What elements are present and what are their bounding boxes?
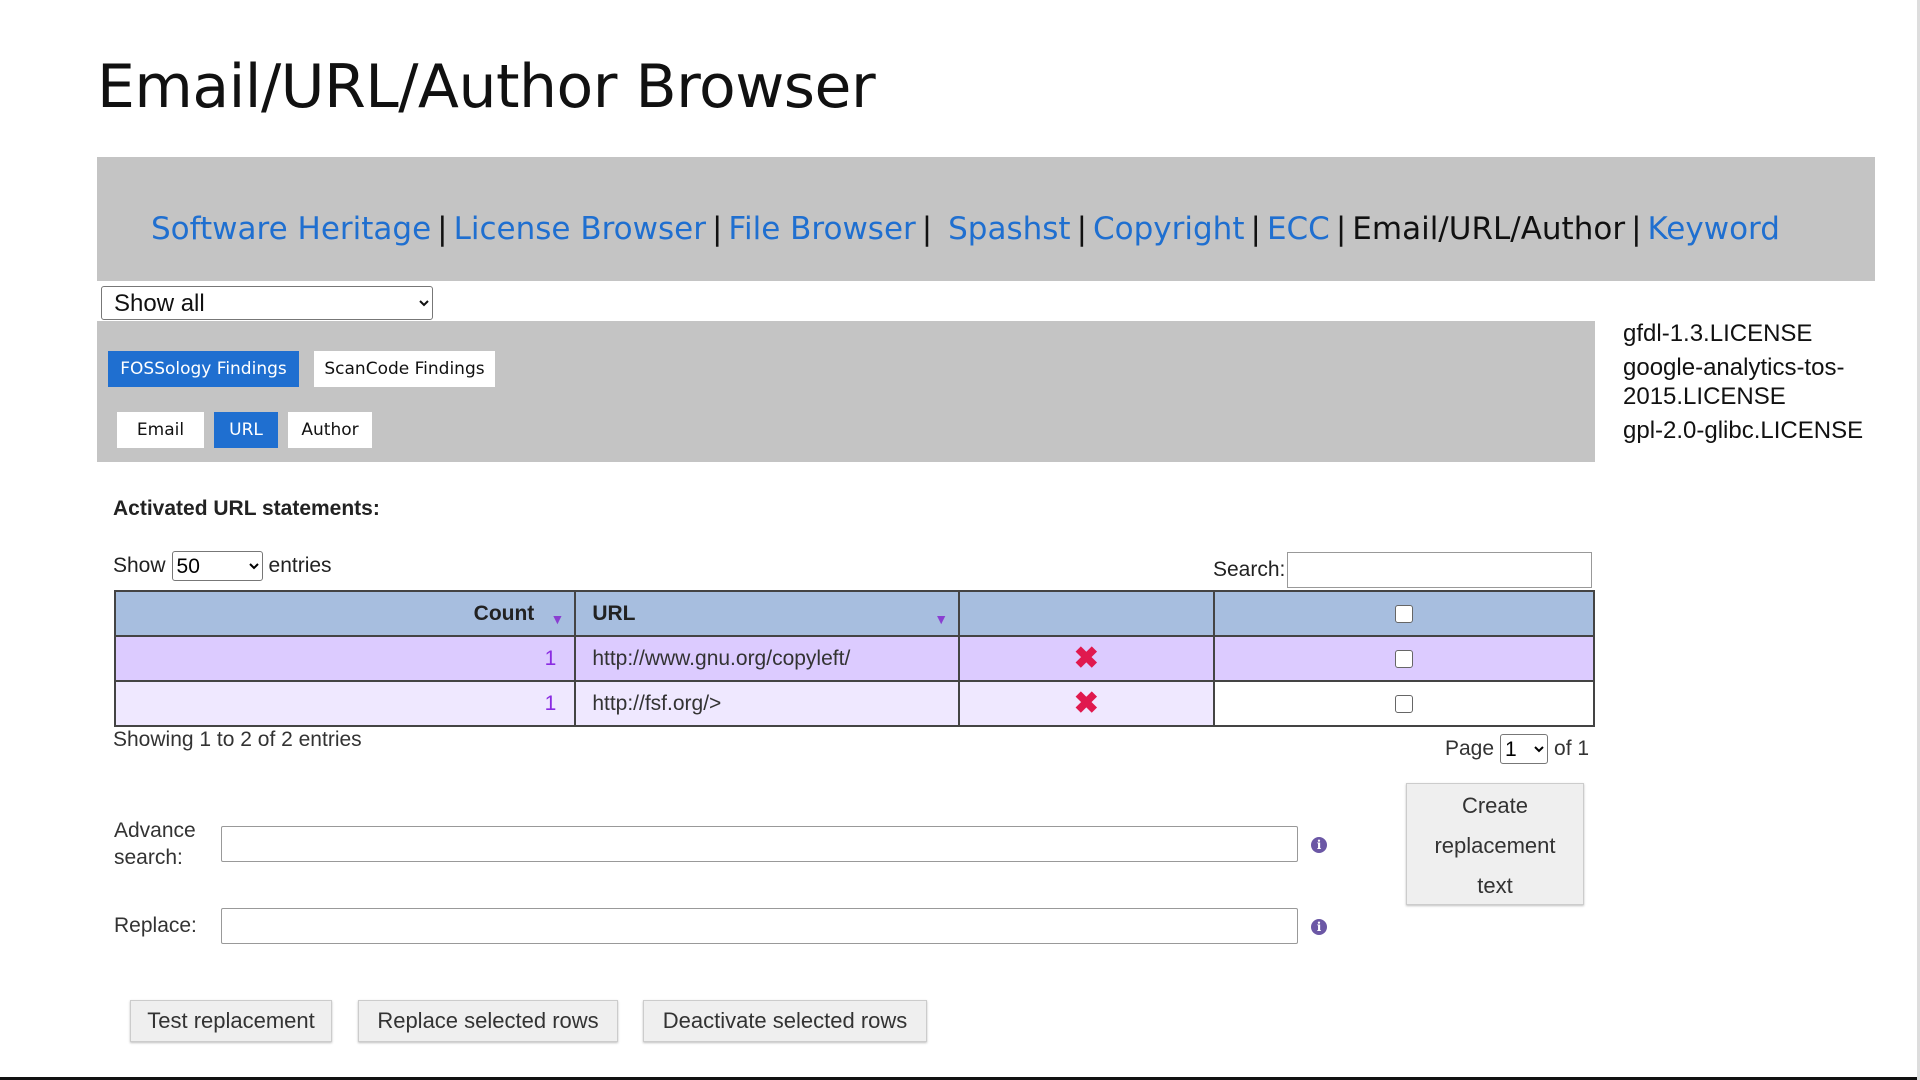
pager-of-label: of 1 [1554, 737, 1590, 760]
create-replacement-text-button[interactable]: Create replacement text [1406, 783, 1584, 905]
length-control: Show 50 entries [113, 551, 332, 581]
file-item[interactable]: gpl-2.0-glibc.LICENSE [1623, 416, 1893, 445]
nav-separator: | [1631, 211, 1642, 247]
column-header-select-all [1212, 590, 1596, 637]
pager: Page 1 of 1 [1445, 734, 1589, 764]
nav-bar: Software Heritage | License Browser | File B… [97, 157, 1875, 281]
nav-separator: | [921, 211, 933, 247]
row-checkbox[interactable] [1394, 694, 1413, 713]
table-info: Showing 1 to 2 of 2 entries [113, 728, 362, 751]
cell-count: 1 [113, 635, 577, 682]
url-table: Count ▼ URL ▼ 1 http://www.gnu.org/copylef… [113, 590, 1596, 727]
tab-scancode-findings[interactable]: ScanCode Findings [314, 351, 495, 387]
deactivate-selected-rows-button[interactable]: Deactivate selected rows [643, 1000, 927, 1042]
tab-author[interactable]: Author [288, 412, 372, 448]
delete-icon[interactable]: ✖ [958, 680, 1215, 727]
nav-links: Software Heritage | License Browser | File B… [151, 211, 1780, 247]
file-item[interactable]: google-analytics-tos-2015.LICENSE [1623, 353, 1893, 411]
table-row: 1 http://fsf.org/> ✖ [113, 680, 1596, 727]
column-header-url[interactable]: URL ▼ [574, 590, 961, 637]
info-icon[interactable]: i [1311, 837, 1327, 853]
page-select[interactable]: 1 [1500, 734, 1549, 764]
nav-link-spashst[interactable]: Spashst [948, 211, 1070, 247]
tab-email[interactable]: Email [117, 412, 204, 448]
create-button-line: text [1477, 873, 1513, 898]
nav-link-license-browser[interactable]: License Browser [454, 211, 706, 247]
nav-link-ecc[interactable]: ECC [1267, 211, 1330, 247]
entries-select[interactable]: 50 [171, 551, 263, 581]
replace-label: Replace: [114, 914, 197, 937]
nav-current-email-url-author: Email/URL/Author [1352, 211, 1626, 247]
nav-link-file-browser[interactable]: File Browser [728, 211, 915, 247]
nav-separator: | [1335, 211, 1347, 247]
advance-search-input[interactable] [221, 826, 1298, 862]
info-icon[interactable]: i [1311, 919, 1327, 935]
table-row: 1 http://www.gnu.org/copyleft/ ✖ [113, 635, 1596, 682]
sort-desc-icon: ▼ [934, 611, 949, 627]
nav-link-keyword[interactable]: Keyword [1648, 211, 1780, 247]
sort-desc-icon: ▼ [550, 611, 565, 627]
column-header-count[interactable]: Count ▼ [113, 590, 577, 637]
tab-url[interactable]: URL [214, 412, 278, 448]
test-replacement-button[interactable]: Test replacement [130, 1000, 332, 1042]
select-all-checkbox[interactable] [1394, 604, 1413, 623]
cell-count: 1 [113, 680, 577, 727]
nav-separator: | [1076, 211, 1088, 247]
column-header-action [958, 590, 1215, 637]
length-entries-label: entries [268, 554, 332, 577]
cell-url: http://fsf.org/> [574, 680, 961, 727]
findings-panel: FOSSology Findings ScanCode Findings Ema… [97, 321, 1595, 462]
column-header-count-label: Count [473, 601, 535, 625]
advance-search-label-line: search: [114, 846, 183, 869]
tab-fossology-findings[interactable]: FOSSology Findings [108, 351, 299, 387]
table-header-row: Count ▼ URL ▼ [113, 590, 1596, 637]
search-control: Search: [1213, 552, 1593, 588]
length-show-label: Show [113, 554, 166, 577]
search-input[interactable] [1287, 552, 1593, 588]
section-title: Activated URL statements: [113, 497, 380, 520]
pager-page-label: Page [1445, 737, 1495, 760]
advance-search-label-line: Advance [114, 819, 196, 842]
create-button-line: replacement [1434, 833, 1556, 858]
replace-input[interactable] [221, 908, 1298, 944]
advance-search-label: Advance search: [114, 817, 196, 871]
cell-select [1212, 635, 1596, 682]
file-item[interactable]: gfdl-1.3.LICENSE [1623, 319, 1893, 348]
filter-select[interactable]: Show all [101, 286, 433, 320]
cell-url: http://www.gnu.org/copyleft/ [574, 635, 961, 682]
search-label: Search: [1213, 558, 1286, 581]
row-checkbox[interactable] [1394, 649, 1413, 668]
file-list: gfdl-1.3.LICENSE google-analytics-tos-20… [1623, 319, 1893, 450]
nav-separator: | [1250, 211, 1261, 247]
column-header-url-label: URL [592, 601, 636, 625]
replace-selected-rows-button[interactable]: Replace selected rows [358, 1000, 618, 1042]
nav-link-copyright[interactable]: Copyright [1093, 211, 1244, 247]
cell-select [1212, 680, 1596, 727]
nav-separator: | [437, 211, 448, 247]
nav-separator: | [711, 211, 723, 247]
nav-link-software-heritage[interactable]: Software Heritage [151, 211, 431, 247]
create-button-line: Create [1461, 793, 1529, 818]
delete-icon[interactable]: ✖ [958, 635, 1215, 682]
page-title: Email/URL/Author Browser [97, 52, 876, 122]
